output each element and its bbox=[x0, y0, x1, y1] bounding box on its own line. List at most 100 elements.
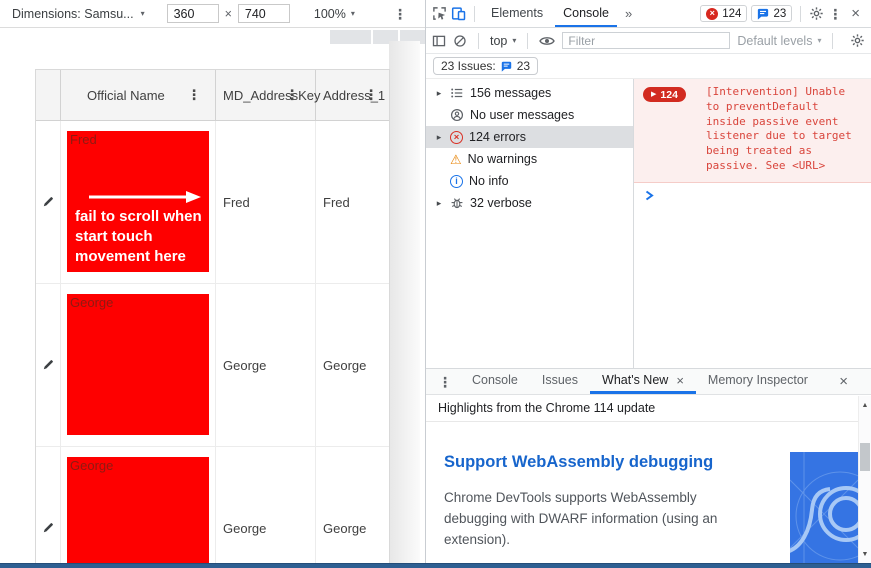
repeat-count-badge[interactable]: ▶ 124 bbox=[643, 87, 686, 102]
annotation-arrow-icon bbox=[89, 191, 201, 206]
article-title-link[interactable]: Support WebAssembly debugging bbox=[444, 453, 713, 472]
issue-count-badge[interactable]: 23 bbox=[751, 5, 792, 22]
article-body: Chrome DevTools supports WebAssembly deb… bbox=[444, 487, 731, 550]
live-expression-eye-icon[interactable] bbox=[539, 34, 555, 48]
scrollbar-thumb[interactable] bbox=[860, 443, 870, 471]
table-row: Fred fail to scroll when start touch mov… bbox=[36, 121, 389, 284]
console-toolbar: top ▾ Default levels ▾ bbox=[426, 28, 871, 54]
devtools-menu-icon[interactable]: ⋮ bbox=[828, 7, 842, 21]
table-row: George George George bbox=[36, 284, 389, 447]
warning-icon: ⚠ bbox=[450, 153, 462, 166]
drawer-scrollbar[interactable]: ▲ ▼ bbox=[858, 396, 871, 568]
cell-name-label: George bbox=[70, 295, 113, 310]
issues-summary-button[interactable]: 23 Issues: 23 bbox=[433, 57, 538, 75]
console-messages: ▶ 124 [Intervention] Unable to preventDe… bbox=[634, 79, 871, 368]
console-prompt[interactable] bbox=[634, 183, 871, 204]
expand-icon[interactable]: ▸ bbox=[434, 198, 444, 209]
drawer-tab-memory-inspector[interactable]: Memory Inspector bbox=[696, 369, 820, 394]
sidebar-item-errors[interactable]: ▸ × 124 errors bbox=[426, 126, 633, 148]
device-select[interactable]: Dimensions: Samsu... ▾ bbox=[12, 7, 145, 21]
article-thumbnail[interactable] bbox=[790, 452, 858, 568]
drawer-close-icon[interactable]: × bbox=[834, 373, 853, 390]
column-menu-icon[interactable]: ⋮ bbox=[364, 87, 378, 104]
sidebar-item-warnings[interactable]: ⚠ No warnings bbox=[426, 148, 633, 170]
zoom-value: 100% bbox=[314, 7, 346, 21]
sidebar-item-label: 124 errors bbox=[469, 130, 526, 144]
error-icon: × bbox=[450, 131, 463, 144]
chevron-down-icon: ▾ bbox=[351, 9, 355, 18]
address-1-cell: Fred bbox=[316, 121, 390, 283]
zoom-select[interactable]: 100% ▾ bbox=[314, 7, 355, 21]
pencil-icon bbox=[41, 195, 55, 209]
table-row: George George George bbox=[36, 447, 389, 568]
sidebar-item-label: 32 verbose bbox=[470, 196, 532, 210]
dimension-separator: × bbox=[225, 7, 232, 21]
devtools-drawer: ⋮ Console Issues What's New × Memory Ins… bbox=[426, 368, 871, 568]
device-toolbar-toggle-icon[interactable] bbox=[451, 6, 466, 21]
devtools-tabbar: Elements Console » × 124 23 ⋮ × bbox=[426, 0, 871, 28]
expand-icon[interactable]: ▸ bbox=[434, 88, 444, 99]
settings-gear-icon[interactable] bbox=[809, 6, 824, 21]
user-icon bbox=[450, 108, 464, 122]
devtools-close-icon[interactable]: × bbox=[846, 5, 865, 22]
clear-console-icon[interactable] bbox=[453, 34, 467, 48]
console-filter-input[interactable] bbox=[562, 32, 730, 49]
expand-icon[interactable]: ▸ bbox=[434, 132, 444, 143]
viewport-width-input[interactable] bbox=[167, 4, 219, 23]
error-count-badge[interactable]: × 124 bbox=[700, 5, 747, 22]
tab-elements[interactable]: Elements bbox=[483, 0, 551, 27]
divider bbox=[832, 33, 833, 49]
error-count: 124 bbox=[722, 8, 741, 20]
sidebar-item-info[interactable]: i No info bbox=[426, 170, 633, 192]
official-name-cell: Fred fail to scroll when start touch mov… bbox=[61, 121, 216, 283]
scroll-up-icon[interactable]: ▲ bbox=[859, 399, 871, 411]
console-sidebar: ▸ 156 messages No user messages ▸ × bbox=[426, 79, 634, 368]
context-selector[interactable]: top ▾ bbox=[490, 34, 516, 48]
emulated-page-pane: Dimensions: Samsu... ▾ × 100% ▾ ⋮ Offic bbox=[0, 0, 425, 568]
context-value: top bbox=[490, 34, 507, 48]
sidebar-item-label: 156 messages bbox=[470, 86, 551, 100]
grid-header-row: Official Name ⋮ MD_AddressKey ⋮ Address_… bbox=[36, 70, 389, 121]
md-addresskey-cell: George bbox=[216, 447, 316, 568]
chevron-down-icon: ▾ bbox=[141, 9, 145, 18]
device-toolbar-menu-icon[interactable]: ⋮ bbox=[393, 7, 413, 21]
expand-triangle-icon: ▶ bbox=[651, 91, 656, 98]
prompt-chevron-icon bbox=[645, 190, 654, 201]
sidebar-item-user-messages[interactable]: No user messages bbox=[426, 104, 633, 126]
red-highlight-cell[interactable]: George bbox=[67, 457, 209, 568]
address-1-cell: George bbox=[316, 447, 390, 568]
viewport-height-input[interactable] bbox=[238, 4, 290, 23]
pencil-icon bbox=[41, 521, 55, 535]
official-name-cell: George bbox=[61, 447, 216, 568]
drawer-menu-icon[interactable]: ⋮ bbox=[430, 375, 460, 389]
sidebar-item-messages[interactable]: ▸ 156 messages bbox=[426, 82, 633, 104]
console-error-message[interactable]: ▶ 124 [Intervention] Unable to preventDe… bbox=[634, 79, 871, 183]
sidebar-item-label: No info bbox=[469, 174, 509, 188]
edit-button[interactable] bbox=[36, 447, 61, 568]
tab-console[interactable]: Console bbox=[555, 0, 617, 27]
whats-new-header: Highlights from the Chrome 114 update bbox=[426, 395, 871, 422]
sidebar-item-verbose[interactable]: ▸ 32 verbose bbox=[426, 192, 633, 214]
red-highlight-cell[interactable]: Fred fail to scroll when start touch mov… bbox=[67, 131, 209, 272]
log-levels-selector[interactable]: Default levels ▾ bbox=[737, 34, 821, 48]
page-right-gutter bbox=[389, 41, 420, 568]
console-sidebar-toggle-icon[interactable] bbox=[432, 34, 446, 48]
column-menu-icon[interactable]: ⋮ bbox=[187, 87, 201, 104]
column-menu-icon[interactable]: ⋮ bbox=[285, 87, 299, 104]
drawer-tabbar: ⋮ Console Issues What's New × Memory Ins… bbox=[426, 369, 871, 395]
drawer-tab-console[interactable]: Console bbox=[460, 369, 530, 394]
drawer-tab-issues[interactable]: Issues bbox=[530, 369, 590, 394]
drawer-tab-whats-new[interactable]: What's New × bbox=[590, 369, 696, 394]
console-settings-gear-icon[interactable] bbox=[850, 33, 865, 48]
red-highlight-cell[interactable]: George bbox=[67, 294, 209, 435]
grid-header-address-1: Address_1 ⋮ bbox=[316, 70, 390, 120]
divider bbox=[474, 6, 475, 22]
more-tabs-icon[interactable]: » bbox=[621, 6, 636, 21]
scroll-down-icon[interactable]: ▼ bbox=[859, 548, 871, 560]
edit-button[interactable] bbox=[36, 121, 61, 283]
edit-button[interactable] bbox=[36, 284, 61, 446]
inspect-element-icon[interactable] bbox=[432, 6, 447, 21]
close-tab-icon[interactable]: × bbox=[676, 373, 684, 388]
info-icon: i bbox=[450, 175, 463, 188]
cell-name-label: George bbox=[70, 458, 113, 473]
